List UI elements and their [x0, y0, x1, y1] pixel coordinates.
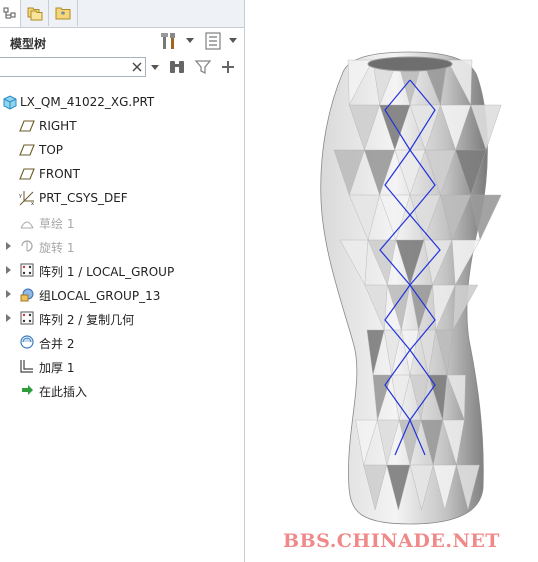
tree-item[interactable]: TOP [0, 138, 244, 162]
tree-item-label: FRONT [39, 167, 80, 181]
binoculars-icon [170, 61, 184, 73]
pattern-icon [20, 263, 34, 277]
revolve-icon [21, 240, 33, 252]
tree-item[interactable]: 草绘 1 [0, 210, 244, 234]
tree-item-label: 合并 2 [39, 337, 75, 351]
watermark-text: BBS.CHINADE.NET [283, 530, 500, 552]
favorites-tab-icon: * [55, 7, 71, 21]
tree-item-label: 草绘 1 [39, 217, 75, 231]
filter-button[interactable] [194, 59, 212, 75]
options-dropdown-arrow[interactable] [229, 37, 237, 45]
tree-item-label: 旋转 1 [39, 241, 75, 255]
tree-item[interactable]: RIGHT [0, 114, 244, 138]
list-options-icon [205, 32, 221, 50]
search-row [0, 57, 244, 79]
tree-root-part[interactable]: LX_QM_41022_XG.PRT [0, 90, 244, 114]
search-dropdown-arrow[interactable] [151, 64, 159, 72]
pattern-icon [20, 311, 34, 325]
datum-plane-icon [19, 168, 35, 180]
svg-text:y: y [19, 193, 22, 199]
insert-here-arrow-icon [22, 385, 33, 395]
vase-opening [367, 56, 453, 72]
tree-item-label: TOP [39, 143, 64, 157]
panel-header: 模型树 [0, 27, 244, 56]
coordinate-system-icon: yx [19, 191, 34, 206]
tree-item-label: 组LOCAL_GROUP_13 [39, 289, 161, 303]
tree-item[interactable]: FRONT [0, 162, 244, 186]
close-icon [132, 62, 142, 72]
tree-item-label: 阵列 1 / LOCAL_GROUP [39, 265, 175, 279]
datum-plane-icon [19, 120, 35, 132]
thicken-icon [20, 360, 33, 373]
graphics-view[interactable]: BBS.CHINADE.NET [245, 0, 538, 562]
tree-item-label: RIGHT [39, 119, 77, 133]
settings-tools-button[interactable] [160, 31, 178, 51]
filter-icon [195, 60, 211, 75]
model-tree-panel: * 模型树 LX_QM_41022_XG.PRT RIGHT TOP FRONT… [0, 0, 245, 562]
svg-text:x: x [31, 201, 34, 206]
panel-tab-bar: * [0, 0, 244, 28]
plus-icon [222, 61, 234, 73]
tree-item[interactable]: 组LOCAL_GROUP_13 [0, 282, 244, 306]
search-box [0, 57, 146, 77]
tools-icon [161, 33, 175, 49]
vase-3d-model[interactable] [245, 0, 538, 530]
expand-arrow-icon[interactable] [6, 290, 11, 298]
tree-item[interactable]: 在此插入 [0, 378, 244, 402]
tree-item[interactable]: 旋转 1 [0, 234, 244, 258]
expand-arrow-icon[interactable] [6, 266, 11, 274]
tree-item-label: 加厚 1 [39, 361, 75, 375]
datum-plane-icon [19, 144, 35, 156]
tree-root-label: LX_QM_41022_XG.PRT [20, 95, 155, 109]
group-icon [20, 288, 34, 302]
tree-item[interactable]: y x PRT_CSYS_DEF [0, 186, 244, 210]
part-icon [3, 95, 17, 110]
folder-browser-tab-icon [27, 7, 42, 21]
tree-item-label: 阵列 2 / 复制几何 [39, 313, 135, 327]
find-button[interactable] [168, 59, 186, 75]
expand-arrow-icon[interactable] [6, 242, 11, 250]
show-options-button[interactable] [204, 31, 222, 51]
merge-icon [20, 335, 34, 349]
clear-search-button[interactable] [131, 60, 143, 74]
tree-item-label: 在此插入 [39, 385, 88, 399]
tree-item[interactable]: 阵列 1 / LOCAL_GROUP [0, 258, 244, 282]
tree-item[interactable]: 加厚 1 [0, 354, 244, 378]
tab-model-tree[interactable] [0, 0, 21, 27]
tree-item[interactable]: 阵列 2 / 复制几何 [0, 306, 244, 330]
panel-title: 模型树 [10, 37, 47, 51]
tab-folder-browser[interactable] [21, 0, 49, 26]
sketch-icon [20, 221, 34, 229]
model-tree-tab-icon [3, 7, 16, 18]
tree-item[interactable]: 合并 2 [0, 330, 244, 354]
tree-item-label: PRT_CSYS_DEF [39, 191, 128, 205]
tab-favorites[interactable]: * [49, 0, 78, 26]
expand-arrow-icon[interactable] [6, 314, 11, 322]
tools-dropdown-arrow[interactable] [186, 37, 194, 45]
add-column-button[interactable] [220, 59, 236, 75]
chevron-down-icon [151, 65, 159, 70]
chevron-down-icon [229, 38, 237, 43]
svg-text:*: * [61, 11, 66, 21]
chevron-down-icon [186, 38, 194, 43]
search-input[interactable] [3, 60, 127, 76]
